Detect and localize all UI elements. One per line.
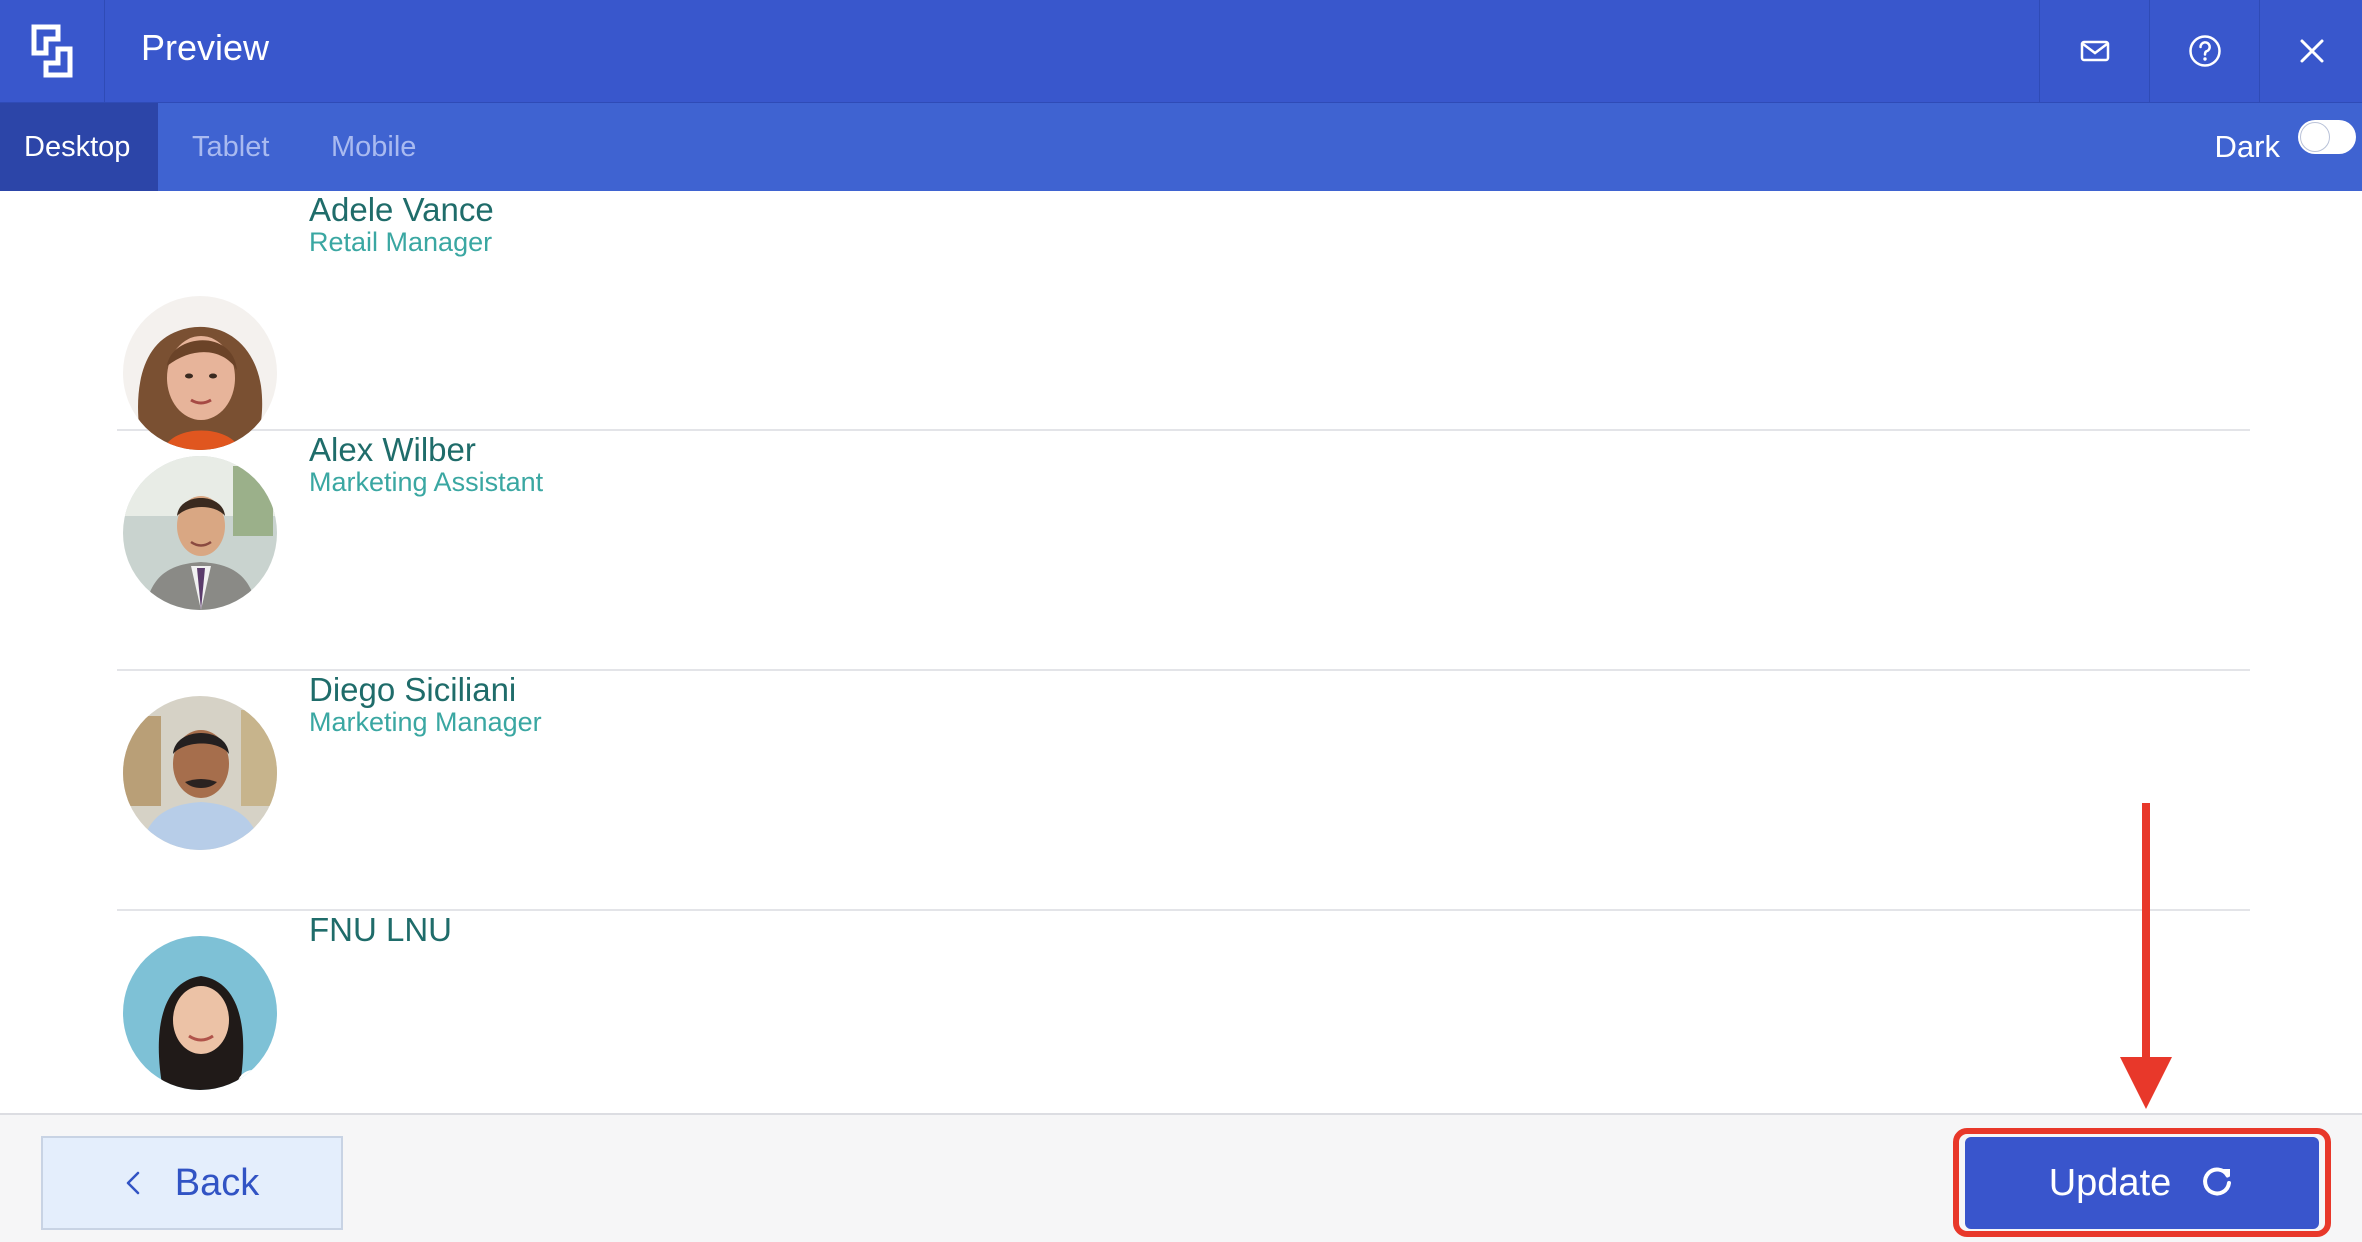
person-role: Retail Manager: [309, 227, 493, 257]
people-list: Adele Vance Retail Manager Alex Wilber M…: [117, 191, 2250, 1149]
list-item[interactable]: Adele Vance Retail Manager: [117, 191, 2250, 450]
close-button[interactable]: [2259, 0, 2362, 102]
chevron-left-icon: [126, 1171, 139, 1195]
help-button[interactable]: [2149, 0, 2259, 102]
list-item[interactable]: Alex Wilber Marketing Assistant: [117, 431, 2250, 671]
tab-mobile[interactable]: Mobile: [331, 103, 416, 191]
avatar: [123, 696, 277, 850]
update-button-label: Update: [2048, 1161, 2172, 1204]
dark-mode-toggle[interactable]: [2298, 120, 2356, 154]
toggle-knob: [2300, 122, 2330, 152]
person-name: FNU LNU: [309, 911, 453, 948]
person-role: Marketing Assistant: [309, 467, 544, 497]
person-name: Diego Siciliani: [309, 671, 517, 708]
app-logo-icon: [0, 0, 105, 102]
person-role: Marketing Manager: [309, 707, 542, 737]
avatar: [123, 456, 277, 610]
tab-desktop[interactable]: Desktop: [0, 103, 159, 191]
help-icon: [2188, 35, 2221, 67]
update-button[interactable]: Update: [1965, 1137, 2319, 1229]
footer-bar: Back Update: [0, 1113, 2362, 1242]
mail-button[interactable]: [2039, 0, 2149, 102]
page-title: Preview: [141, 27, 270, 68]
dark-mode-label: Dark: [2214, 129, 2280, 164]
close-icon: [2300, 39, 2323, 63]
avatar: [123, 936, 277, 1090]
person-name: Alex Wilber: [309, 431, 476, 468]
refresh-icon: [2203, 1167, 2232, 1196]
mail-icon: [2080, 40, 2109, 62]
annotation-arrow: [2120, 803, 2172, 1109]
back-button[interactable]: Back: [41, 1136, 343, 1230]
device-tab-bar: Desktop Tablet Mobile Dark: [0, 103, 2362, 191]
avatar: [123, 296, 277, 450]
person-name: Adele Vance: [309, 191, 494, 228]
app-header: Preview: [0, 0, 2362, 103]
back-button-label: Back: [174, 1161, 260, 1204]
tab-tablet[interactable]: Tablet: [192, 103, 269, 191]
list-item[interactable]: Diego Siciliani Marketing Manager: [117, 671, 2250, 911]
